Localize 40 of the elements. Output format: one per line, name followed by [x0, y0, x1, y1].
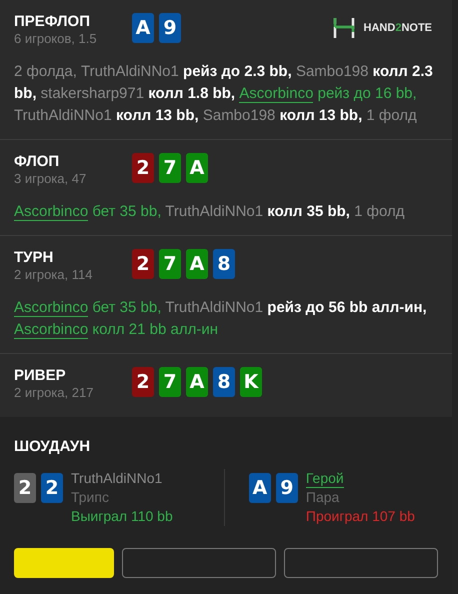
playing-card: A [248, 473, 271, 503]
playing-card: A [186, 367, 208, 397]
street-title: ФЛОП [14, 152, 60, 171]
action-log: Ascorbinco бет 35 bb, TruthAldiNNo1 рейз до 56 bb алл-ин, Ascorbinco колл 21 bb алл-ин [14, 298, 428, 341]
playing-card: 9 [159, 13, 181, 43]
playing-card: 2 [41, 473, 63, 503]
playing-card: K [240, 367, 262, 397]
hand-rank: Пара [306, 488, 340, 507]
hand-rank: Трипс [71, 488, 110, 507]
action-log: Ascorbinco бет 35 bb, TruthAldiNNo1 колл 35 bb, 1 фолд [14, 202, 406, 223]
street-info: 2 игрока, 114 [14, 267, 94, 283]
playing-card: 7 [159, 153, 181, 183]
street-info: 3 игрока, 47 [14, 171, 88, 187]
action-button[interactable] [284, 548, 438, 578]
playing-card: A [132, 13, 154, 43]
action-log: 2 фолда, TruthAldiNNo1 рейз до 2.3 bb, Sambo198 колл 2.3 bb, stakersharp971 колл 1.8 bb, Ascorbinco рейз до 16 bb, TruthAldiNNo1 колл 13 bb, Sambo198 колл 13 bb, 1 фолд [14, 62, 434, 126]
playing-card: 2 [132, 153, 154, 183]
playing-card: 8 [213, 367, 235, 397]
playing-card: 2 [14, 473, 36, 503]
street-title: ТУРН [14, 248, 54, 267]
playing-card: 2 [132, 367, 154, 397]
street-info: 2 игрока, 217 [14, 385, 94, 401]
playing-card: 9 [276, 473, 298, 503]
street-title: РИВЕР [14, 366, 67, 385]
playing-card: 7 [159, 367, 181, 397]
street-title: ПРЕФЛОП [14, 12, 91, 31]
logo: HAND2NOTE [332, 17, 432, 39]
result-text: Выиграл 110 bb [71, 507, 173, 526]
playing-card: 8 [213, 249, 235, 279]
logo-icon [332, 17, 355, 39]
player-name: TruthAldiNNo1 [71, 469, 162, 488]
action-button[interactable] [122, 548, 276, 578]
playing-card: 7 [159, 249, 181, 279]
playing-card: 2 [132, 249, 154, 279]
player-name[interactable]: Герой [306, 469, 344, 488]
playing-card: A [186, 249, 208, 279]
playing-card: A [186, 153, 208, 183]
showdown-title: ШОУДАУН [14, 437, 92, 456]
result-text: Проиграл 107 bb [306, 507, 415, 526]
street-info: 6 игроков, 1.5 [14, 31, 98, 47]
